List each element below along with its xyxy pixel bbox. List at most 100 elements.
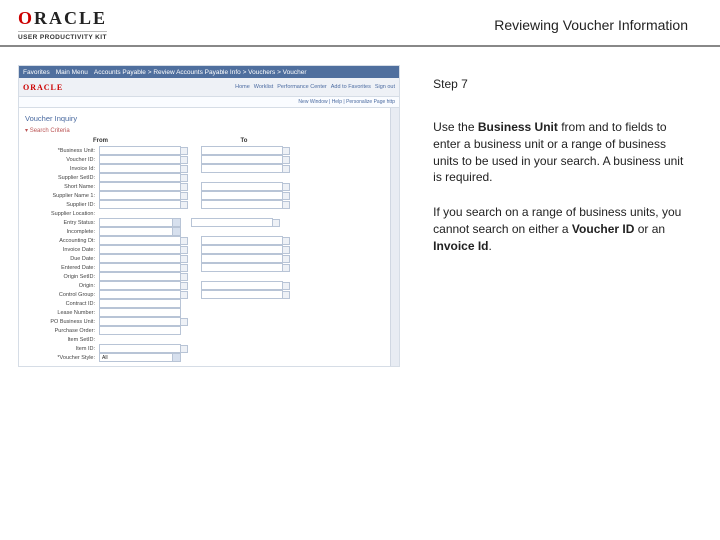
form-row: Item ID: bbox=[25, 344, 384, 353]
form-row: *Business Unit: bbox=[25, 146, 384, 155]
voucher-style-select[interactable]: All bbox=[99, 353, 181, 362]
field-label: PO Business Unit: bbox=[25, 319, 99, 325]
from-field[interactable] bbox=[99, 236, 181, 245]
field-label: Lease Number: bbox=[25, 310, 99, 316]
tool-http: http bbox=[387, 99, 395, 105]
to-field[interactable] bbox=[201, 263, 283, 272]
form-row: Lease Number: bbox=[25, 308, 384, 317]
search-criteria-header[interactable]: ▾ Search Criteria bbox=[25, 127, 384, 134]
select-field[interactable] bbox=[99, 218, 181, 227]
field-label: Due Date: bbox=[25, 256, 99, 262]
field-label: *Business Unit: bbox=[25, 148, 99, 154]
to-field[interactable] bbox=[201, 164, 283, 173]
form-row: Supplier Location: bbox=[25, 209, 384, 218]
field-label: Accounting Dt: bbox=[25, 238, 99, 244]
scrollbar[interactable] bbox=[390, 108, 399, 366]
field-label: Short Name: bbox=[25, 184, 99, 190]
form-row: Short Name: bbox=[25, 182, 384, 191]
nav-favorites[interactable]: Favorites bbox=[23, 69, 50, 76]
link-add-fav[interactable]: Add to Favorites bbox=[331, 84, 371, 90]
form-row: Purchase Order: bbox=[25, 326, 384, 335]
form-row: Origin: bbox=[25, 281, 384, 290]
tool-help[interactable]: Help bbox=[332, 99, 342, 105]
to-field[interactable] bbox=[191, 218, 273, 227]
form-row: Entry Status: bbox=[25, 218, 384, 227]
instruction-p2: If you search on a range of business uni… bbox=[433, 204, 690, 254]
to-field[interactable] bbox=[201, 245, 283, 254]
select-field[interactable] bbox=[99, 227, 181, 236]
from-field[interactable] bbox=[99, 263, 181, 272]
app-brand-bar: ORACLE Home Worklist Performance Center … bbox=[19, 78, 399, 97]
nav-breadcrumb: Accounts Payable > Review Accounts Payab… bbox=[94, 69, 395, 76]
form-row: Origin SetID: bbox=[25, 272, 384, 281]
field-label: Contract ID: bbox=[25, 301, 99, 307]
form-row: Accounting Dt: bbox=[25, 236, 384, 245]
page-header: OORACLERACLE USER PRODUCTIVITY KIT Revie… bbox=[0, 0, 720, 47]
app-window: Favorites Main Menu Accounts Payable > R… bbox=[18, 65, 400, 367]
form-row: Voucher ID: bbox=[25, 155, 384, 164]
from-field[interactable] bbox=[99, 164, 181, 173]
form-row: Supplier SetID: bbox=[25, 173, 384, 182]
form-row: Supplier ID: bbox=[25, 200, 384, 209]
voucher-inquiry-form: Voucher Inquiry ▾ Search Criteria From T… bbox=[19, 108, 390, 366]
app-toolbar: New Window | Help | Personalize Page htt… bbox=[19, 97, 399, 108]
field-label: Item ID: bbox=[25, 346, 99, 352]
to-field[interactable] bbox=[201, 182, 283, 191]
form-row: PO Business Unit: bbox=[25, 317, 384, 326]
form-row: Control Group: bbox=[25, 290, 384, 299]
link-home[interactable]: Home bbox=[235, 84, 250, 90]
tool-personalize[interactable]: Personalize Page bbox=[346, 99, 385, 105]
from-field[interactable] bbox=[99, 245, 181, 254]
from-field[interactable] bbox=[99, 281, 181, 290]
to-field[interactable] bbox=[201, 191, 283, 200]
to-field[interactable] bbox=[201, 200, 283, 209]
field-label: Entry Status: bbox=[25, 220, 99, 226]
column-headers: From To bbox=[93, 138, 384, 144]
to-field[interactable] bbox=[201, 281, 283, 290]
app-breadcrumb-bar: Favorites Main Menu Accounts Payable > R… bbox=[19, 66, 399, 78]
from-field[interactable] bbox=[99, 290, 181, 299]
field[interactable] bbox=[99, 308, 181, 317]
link-worklist[interactable]: Worklist bbox=[254, 84, 273, 90]
page-title: Reviewing Voucher Information bbox=[494, 17, 688, 33]
field-label: Origin SetID: bbox=[25, 274, 99, 280]
field-label: Control Group: bbox=[25, 292, 99, 298]
from-field[interactable] bbox=[99, 200, 181, 209]
field[interactable] bbox=[99, 344, 181, 353]
voucher-style-row: *Voucher Style: All bbox=[25, 353, 384, 362]
step-label: Step 7 bbox=[433, 77, 690, 91]
link-signout[interactable]: Sign out bbox=[375, 84, 395, 90]
from-field[interactable] bbox=[99, 182, 181, 191]
form-row: Supplier Name 1: bbox=[25, 191, 384, 200]
from-field[interactable] bbox=[99, 155, 181, 164]
from-field[interactable] bbox=[99, 146, 181, 155]
col-from: From bbox=[93, 138, 237, 144]
to-field[interactable] bbox=[201, 236, 283, 245]
col-to: To bbox=[241, 138, 385, 144]
to-field[interactable] bbox=[201, 290, 283, 299]
nav-main-menu[interactable]: Main Menu bbox=[56, 69, 88, 76]
screenshot-panel: Favorites Main Menu Accounts Payable > R… bbox=[0, 47, 413, 537]
to-field[interactable] bbox=[201, 155, 283, 164]
field-label: Invoice Id: bbox=[25, 166, 99, 172]
field-label: Entered Date: bbox=[25, 265, 99, 271]
field[interactable] bbox=[99, 326, 181, 335]
form-row: Entered Date: bbox=[25, 263, 384, 272]
field[interactable] bbox=[99, 173, 181, 182]
field-label: Incomplete: bbox=[25, 229, 99, 235]
form-row: Due Date: bbox=[25, 254, 384, 263]
link-perf[interactable]: Performance Center bbox=[277, 84, 327, 90]
voucher-style-label: *Voucher Style: bbox=[25, 355, 99, 361]
to-field[interactable] bbox=[201, 254, 283, 263]
to-field[interactable] bbox=[201, 146, 283, 155]
field[interactable] bbox=[99, 317, 181, 326]
field[interactable] bbox=[99, 272, 181, 281]
field[interactable] bbox=[99, 299, 181, 308]
tool-new-window[interactable]: New Window bbox=[298, 99, 327, 105]
app-oracle-logo: ORACLE bbox=[23, 83, 63, 92]
from-field[interactable] bbox=[99, 254, 181, 263]
from-field[interactable] bbox=[99, 191, 181, 200]
app-links: Home Worklist Performance Center Add to … bbox=[235, 84, 395, 90]
form-row: Invoice Id: bbox=[25, 164, 384, 173]
field-label: Purchase Order: bbox=[25, 328, 99, 334]
